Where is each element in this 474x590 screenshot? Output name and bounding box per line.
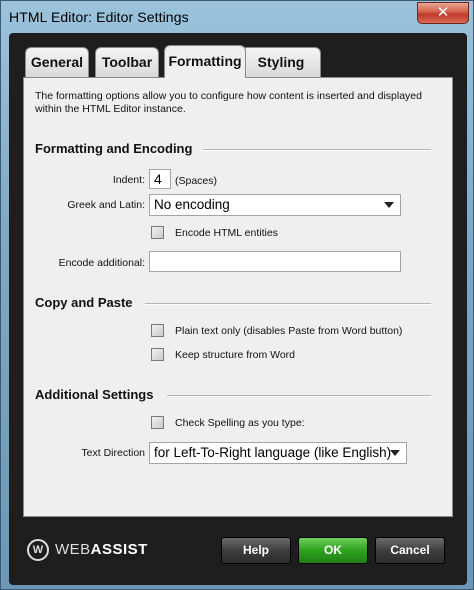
text-direction-label: Text Direction	[81, 447, 145, 459]
encode-entities-label: Encode HTML entities	[175, 227, 278, 239]
cancel-button[interactable]: Cancel	[375, 537, 445, 564]
greek-latin-select[interactable]: No encoding	[149, 194, 401, 216]
section-heading-formatting: Formatting and Encoding	[35, 141, 193, 156]
tab-formatting[interactable]: Formatting	[164, 45, 246, 78]
greek-latin-value: No encoding	[154, 197, 230, 212]
keep-structure-checkbox[interactable]	[151, 348, 164, 361]
close-button[interactable]: ✕	[417, 2, 469, 24]
ok-button[interactable]: OK	[298, 537, 368, 564]
encode-entities-checkbox[interactable]	[151, 226, 164, 239]
chevron-down-icon	[384, 202, 394, 208]
indent-input[interactable]	[149, 169, 171, 189]
section-divider	[167, 395, 431, 397]
keep-structure-label: Keep structure from Word	[175, 349, 296, 361]
tab-general[interactable]: General	[25, 47, 89, 77]
webassist-logo-text: WEBASSIST	[55, 541, 148, 558]
window-title: HTML Editor: Editor Settings	[9, 9, 189, 25]
greek-latin-label: Greek and Latin:	[67, 199, 145, 211]
panel-description: The formatting options allow you to conf…	[35, 90, 422, 115]
plain-text-checkbox[interactable]	[151, 324, 164, 337]
check-spelling-label: Check Spelling as you type:	[175, 417, 305, 429]
indent-label: Indent:	[112, 174, 145, 186]
check-spelling-checkbox[interactable]	[151, 416, 164, 429]
encode-additional-label: Encode additional:	[58, 257, 145, 269]
section-heading-copy-paste: Copy and Paste	[35, 295, 133, 310]
close-icon: ✕	[436, 4, 450, 21]
text-direction-select[interactable]: for Left-To-Right language (like English…	[149, 442, 407, 464]
section-divider	[145, 303, 431, 305]
encode-additional-input[interactable]	[149, 251, 401, 272]
chevron-down-icon	[390, 450, 400, 456]
title-bar[interactable]: HTML Editor: Editor Settings ✕	[1, 1, 473, 33]
text-direction-value: for Left-To-Right language (like English…	[154, 445, 392, 460]
plain-text-label: Plain text only (disables Paste from Wor…	[175, 325, 403, 337]
webassist-logo-icon: W	[27, 539, 49, 561]
dialog-window: HTML Editor: Editor Settings ✕ General T…	[0, 0, 474, 590]
help-button[interactable]: Help	[221, 537, 291, 564]
section-divider	[203, 149, 431, 151]
indent-unit-label: (Spaces)	[175, 175, 218, 187]
tab-styling[interactable]: Styling	[241, 47, 321, 77]
tab-toolbar[interactable]: Toolbar	[95, 47, 159, 77]
section-heading-additional: Additional Settings	[35, 387, 154, 402]
